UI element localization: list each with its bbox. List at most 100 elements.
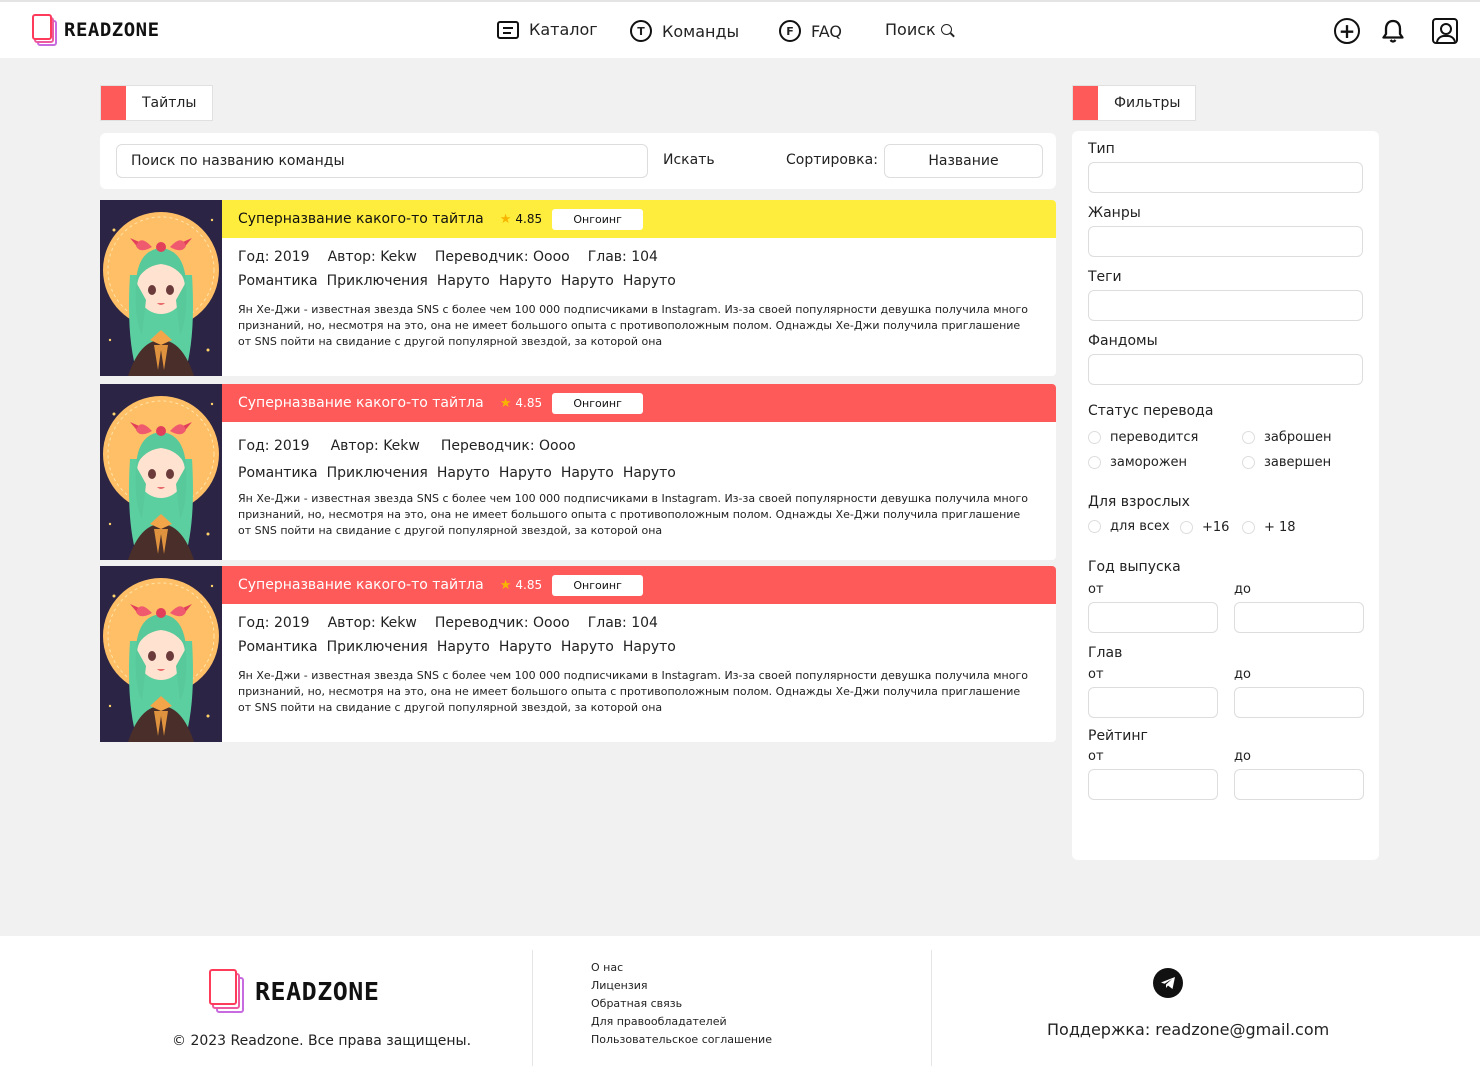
title-name[interactable]: Суперназвание какого-то тайтла (238, 395, 484, 411)
title-translator[interactable]: Переводчик: Оооо (435, 249, 570, 265)
adult-radio-16[interactable]: +16 (1180, 520, 1229, 535)
tag[interactable]: Наруто (499, 273, 552, 289)
title-name[interactable]: Суперназвание какого-то тайтла (238, 577, 484, 593)
tag[interactable]: Наруто (623, 465, 676, 481)
star-icon: ★ (499, 395, 512, 411)
site-logo[interactable]: READZONE (32, 14, 160, 46)
sort-label: Сортировка: (786, 152, 878, 168)
radio-label: +16 (1202, 520, 1230, 535)
add-icon[interactable]: + (1334, 18, 1360, 44)
nav-teams-label: Команды (662, 21, 740, 41)
nav-faq[interactable]: F FAQ (779, 20, 842, 42)
adult-radio-all[interactable]: для всех (1088, 519, 1170, 534)
tag[interactable]: Наруто (561, 639, 614, 655)
tag[interactable]: Наруто (499, 639, 552, 655)
title-author[interactable]: Автор: Kekw (331, 438, 420, 454)
footer-link-agreement[interactable]: Пользовательское соглашение (591, 1033, 772, 1046)
status-badge: Онгоинг (552, 392, 644, 414)
sort-select[interactable]: Название (884, 144, 1043, 178)
title-meta: Год: 2019 Автор: Kekw Переводчик: Оооо (238, 438, 576, 454)
radio-dot (1088, 431, 1101, 444)
status-radio-completed[interactable]: завершен (1242, 455, 1331, 470)
tag[interactable]: Романтика (238, 639, 318, 655)
footer-link-rightholders[interactable]: Для правообладателей (591, 1015, 772, 1028)
tag[interactable]: Наруто (623, 273, 676, 289)
title-translator[interactable]: Переводчик: Оооо (435, 615, 570, 631)
filter-type-label: Тип (1088, 141, 1115, 157)
section-marker (1073, 86, 1098, 120)
telegram-icon[interactable] (1153, 968, 1183, 998)
adult-radio-18[interactable]: + 18 (1242, 520, 1296, 535)
tag[interactable]: Романтика (238, 465, 318, 481)
tag[interactable]: Приключения (327, 465, 428, 481)
footer-divider (532, 950, 533, 1066)
title-year: Год: 2019 (238, 615, 310, 631)
chapters-to-input[interactable] (1234, 687, 1364, 718)
tag[interactable]: Наруто (437, 273, 490, 289)
tag[interactable]: Наруто (499, 465, 552, 481)
title-author[interactable]: Автор: Kekw (328, 249, 417, 265)
profile-icon[interactable] (1432, 18, 1458, 44)
footer-divider (931, 950, 932, 1066)
tag[interactable]: Наруто (437, 465, 490, 481)
nav-teams[interactable]: T Команды (630, 20, 739, 42)
nav-catalog[interactable]: Каталог (497, 20, 598, 39)
tag[interactable]: Наруто (623, 639, 676, 655)
title-chapters: Глав: 104 (587, 249, 658, 265)
star-icon: ★ (499, 577, 512, 593)
search-button[interactable]: Искать (663, 152, 715, 168)
star-icon: ★ (499, 211, 512, 227)
radio-dot (1180, 521, 1193, 534)
site-footer: READZONE © 2023 Readzone. Все права защи… (0, 936, 1480, 1080)
tag[interactable]: Романтика (238, 273, 318, 289)
title-card[interactable]: Суперназвание какого-то тайтла ★ 4.85 Он… (100, 566, 1056, 742)
rating-from-label: от (1088, 749, 1104, 764)
title-card[interactable]: Супер­название какого-то тайтла ★ 4.85 О… (100, 200, 1056, 376)
year-from-input[interactable] (1088, 602, 1218, 633)
footer-links: О нас Лицензия Обратная связь Для правоо… (591, 961, 772, 1046)
title-cover-image[interactable] (100, 566, 222, 742)
logo-icon (32, 14, 60, 46)
filter-fandoms-label: Фандомы (1088, 333, 1158, 349)
rating-to-input[interactable] (1234, 769, 1364, 800)
tag[interactable]: Наруто (437, 639, 490, 655)
filter-tags-label: Теги (1088, 269, 1122, 285)
title-translator[interactable]: Переводчик: Оооо (441, 438, 576, 454)
title-card-header: Супер­название какого-то тайтла ★ 4.85 О… (222, 200, 1056, 238)
rating-from-input[interactable] (1088, 769, 1218, 800)
filter-type-select[interactable] (1088, 162, 1363, 193)
footer-link-license[interactable]: Лицензия (591, 979, 772, 992)
chapters-from-label: от (1088, 667, 1104, 682)
title-cover-image[interactable] (100, 384, 222, 560)
tag[interactable]: Приключения (327, 273, 428, 289)
year-from-label: от (1088, 582, 1104, 597)
title-card-header: Суперназвание какого-то тайтла ★ 4.85 Он… (222, 384, 1056, 422)
status-radio-frozen[interactable]: заморожен (1088, 455, 1187, 470)
support-email[interactable]: Поддержка: readzone@gmail.com (1047, 1020, 1329, 1039)
filter-genres-select[interactable] (1088, 226, 1363, 257)
title-name[interactable]: Супер­название какого-то тайтла (238, 211, 484, 227)
chapters-from-input[interactable] (1088, 687, 1218, 718)
tag[interactable]: Приключения (327, 639, 428, 655)
filters-tab-label: Фильтры (1114, 95, 1181, 111)
filter-fandoms-select[interactable] (1088, 354, 1363, 385)
nav-search[interactable]: Поиск (885, 20, 952, 39)
tag[interactable]: Наруто (561, 273, 614, 289)
status-radio-abandoned[interactable]: заброшен (1242, 430, 1332, 445)
footer-logo[interactable]: READZONE (209, 969, 379, 1013)
title-cover-image[interactable] (100, 200, 222, 376)
title-author[interactable]: Автор: Kekw (328, 615, 417, 631)
status-radio-translating[interactable]: переводится (1088, 430, 1198, 445)
tag[interactable]: Наруто (561, 465, 614, 481)
filter-tags-select[interactable] (1088, 290, 1363, 321)
title-card[interactable]: Суперназвание какого-то тайтла ★ 4.85 Он… (100, 384, 1056, 560)
footer-link-feedback[interactable]: Обратная связь (591, 997, 772, 1010)
logo-icon (209, 969, 247, 1013)
radio-dot (1088, 456, 1101, 469)
bell-icon[interactable] (1380, 18, 1406, 44)
titles-tab-label: Тайтлы (142, 95, 197, 111)
team-search-input[interactable]: Поиск по названию команды (116, 144, 648, 178)
footer-link-about[interactable]: О нас (591, 961, 772, 974)
year-to-input[interactable] (1234, 602, 1364, 633)
filter-chapters-label: Глав (1088, 645, 1123, 661)
